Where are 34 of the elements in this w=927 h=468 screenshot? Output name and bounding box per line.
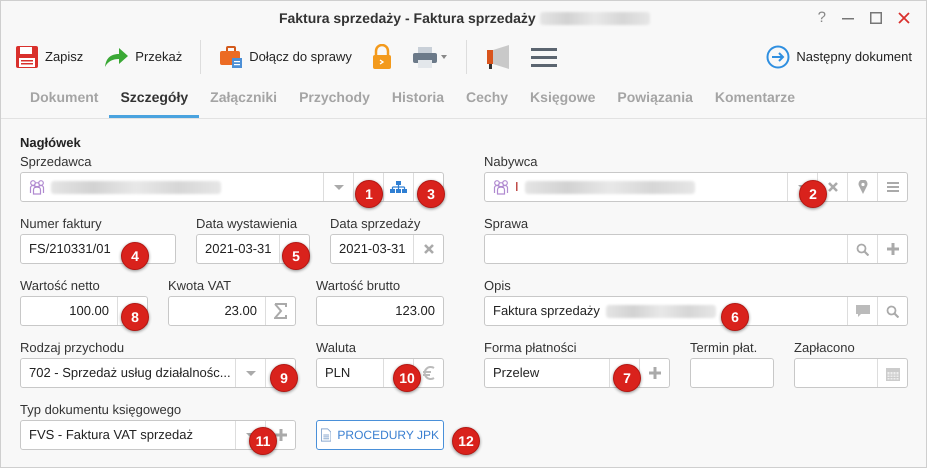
field-value: 2021-03-31 <box>339 240 406 258</box>
field-value: FVS - Faktura VAT sprzedaż <box>29 426 193 444</box>
field-label: Wartość brutto <box>316 277 402 295</box>
field-label: Wartość netto <box>20 277 101 295</box>
field-label: Opis <box>484 277 512 295</box>
field-label: Sprzedawca <box>20 153 93 171</box>
number-callout-tooltip: 8 <box>121 303 149 331</box>
field-label: Termin płat. <box>690 339 758 357</box>
field-label: Kwota VAT <box>168 277 232 295</box>
field-value: 123.00 <box>395 302 435 320</box>
field-value: 100.00 <box>69 302 109 320</box>
field-value: FS/210331/01 <box>29 240 111 258</box>
number-callout-tooltip: 12 <box>452 427 480 455</box>
field-label: Sprawa <box>484 215 530 233</box>
field-value: 702 - Sprzedaż usług działalnośc... <box>29 364 231 382</box>
field-label: Typ dokumentu księgowego <box>20 401 182 419</box>
number-callout-tooltip: 3 <box>417 180 445 208</box>
field-label: Data wystawienia <box>196 215 298 233</box>
window-title: Faktura sprzedaży - Faktura sprzedaży <box>278 8 536 28</box>
field-label: Numer faktury <box>20 215 103 233</box>
field-value: 2021-03-31 <box>205 240 272 258</box>
field-label: Nabywca <box>484 153 538 171</box>
field-label: Zapłacono <box>794 339 856 357</box>
field-value: Faktura sprzedaży <box>493 302 600 320</box>
field-label: Rodzaj przychodu <box>20 339 126 357</box>
field-value: 23.00 <box>224 302 257 320</box>
field-value: Przelew <box>493 364 540 382</box>
field-value: I <box>515 178 519 196</box>
field-value: PLN <box>325 364 350 382</box>
field-label: Data sprzedaży <box>330 215 422 233</box>
number-callout-tooltip: 9 <box>270 364 298 392</box>
field-label: Waluta <box>316 339 357 357</box>
section-title: Nagłówek <box>20 134 82 152</box>
field-label: Forma płatności <box>484 339 578 357</box>
